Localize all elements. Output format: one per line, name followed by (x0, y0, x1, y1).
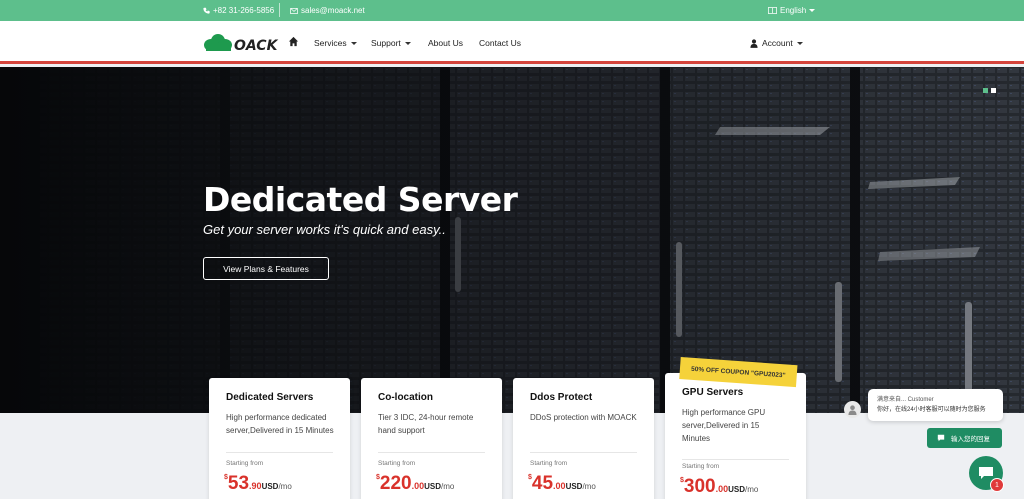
top-bar: +82 31-266-5856 sales@moack.net English (0, 0, 1024, 21)
card-divider (226, 452, 333, 453)
server-racks-background (0, 67, 1024, 413)
price-unit: USD (728, 485, 746, 494)
moack-logo[interactable]: OACK (203, 33, 281, 53)
chat-message-bubble[interactable]: 满意来自... Customer 你好，在线24小时客服可以随时为您服务 (868, 389, 1003, 421)
card-description: High performance dedicated server,Delive… (226, 413, 334, 435)
nav-about-us[interactable]: About Us (428, 38, 463, 48)
card-title: Dedicated Servers (226, 392, 314, 403)
price-integer: 53 (227, 473, 250, 494)
plan-card-gpu[interactable]: GPU Servers High performance GPU server,… (665, 373, 806, 499)
card-starting-label: Starting from (226, 460, 264, 467)
price-period: /mo (582, 482, 596, 491)
topbar-divider (279, 3, 280, 17)
card-starting-label: Starting from (378, 460, 416, 467)
card-price: $53.90USD/mo (224, 473, 292, 495)
price-currency: $ (528, 474, 532, 481)
price-decimal: .00 (411, 481, 425, 491)
chevron-down-icon (796, 41, 803, 45)
account-label: Account (762, 38, 793, 48)
price-decimal: .00 (715, 484, 729, 494)
chat-reply-label: 输入您的回复 (951, 436, 990, 443)
nav-support-label: Support (371, 38, 401, 48)
phone-contact[interactable]: +82 31-266-5856 (203, 6, 274, 15)
card-title: Co-location (378, 392, 433, 403)
price-integer: 45 (531, 473, 554, 494)
language-label: English (780, 6, 807, 15)
card-price: $300.00USD/mo (680, 476, 758, 498)
hero-subtitle: Get your server works it's quick and eas… (203, 222, 446, 237)
phone-number: +82 31-266-5856 (213, 6, 275, 15)
card-price: $220.00USD/mo (376, 473, 454, 495)
price-currency: $ (376, 474, 380, 481)
price-decimal: .90 (249, 481, 262, 491)
cloud-logo-icon (204, 34, 232, 51)
chevron-down-icon (350, 41, 357, 45)
envelope-icon (290, 7, 298, 14)
price-integer: 300 (683, 476, 716, 497)
user-icon (750, 38, 758, 48)
price-period: /mo (441, 482, 455, 491)
card-starting-label: Starting from (530, 460, 568, 467)
view-plans-button[interactable]: View Plans & Features (203, 257, 329, 280)
card-title: Ddos Protect (530, 392, 593, 403)
nav-services-label: Services (314, 38, 347, 48)
nav-support[interactable]: Support (371, 38, 411, 48)
price-period: /mo (745, 485, 759, 494)
home-icon[interactable] (288, 36, 299, 47)
card-description: DDoS protection with MOACK (530, 413, 637, 422)
plan-card-ddos[interactable]: Ddos Protect DDoS protection with MOACK … (513, 378, 654, 499)
card-description: High performance GPU server,Delivered in… (682, 408, 766, 443)
nav-about-label: About Us (428, 38, 463, 48)
price-currency: $ (680, 477, 684, 484)
agent-avatar (844, 401, 861, 418)
chat-message-text: 你好，在线24小时客服可以随时为您服务 (877, 407, 986, 413)
speech-bubble-icon (937, 434, 945, 442)
price-period: /mo (278, 482, 292, 491)
phone-icon (203, 7, 210, 14)
email-address: sales@moack.net (301, 6, 365, 15)
nav-contact-label: Contact Us (479, 38, 522, 48)
price-unit: USD (424, 482, 442, 491)
user-icon (848, 404, 857, 415)
plan-card-dedicated[interactable]: Dedicated Servers High performance dedic… (209, 378, 350, 499)
carousel-dot[interactable] (991, 88, 996, 93)
nav-contact-us[interactable]: Contact Us (479, 38, 521, 48)
carousel-dots (983, 88, 996, 93)
notification-badge: 1 (990, 478, 1004, 492)
chevron-down-icon (809, 9, 816, 12)
card-divider (682, 459, 789, 460)
price-unit: USD (565, 482, 583, 491)
plan-card-colocation[interactable]: Co-location Tier 3 IDC, 24-hour remote h… (361, 378, 502, 499)
chevron-down-icon (404, 41, 411, 45)
card-divider (378, 452, 485, 453)
logo-wordmark: OACK (234, 38, 279, 53)
card-price: $45.00USD/mo (528, 473, 596, 495)
price-unit: USD (261, 482, 279, 491)
main-navigation: OACK Services Support About Us Contact U… (0, 21, 1024, 64)
card-starting-label: Starting from (682, 463, 720, 470)
carousel-dot-active[interactable] (983, 88, 988, 93)
chat-reply-button[interactable]: 输入您的回复 (927, 428, 1002, 448)
card-divider (530, 452, 637, 453)
email-contact[interactable]: sales@moack.net (290, 6, 365, 15)
account-menu[interactable]: Account (750, 38, 803, 48)
price-integer: 220 (379, 473, 412, 494)
language-icon (768, 7, 777, 14)
card-title: GPU Servers (682, 387, 744, 398)
nav-services[interactable]: Services (314, 38, 357, 48)
hero-title: Dedicated Server (203, 180, 518, 219)
price-currency: $ (224, 474, 228, 481)
chat-icon (979, 467, 993, 479)
hero-banner: Dedicated Server Get your server works i… (0, 67, 1024, 413)
price-decimal: .00 (553, 481, 566, 491)
language-selector[interactable]: English (768, 6, 816, 15)
chat-sender: 满意来自... Customer (877, 397, 934, 403)
card-description: Tier 3 IDC, 24-hour remote hand support (378, 413, 474, 435)
